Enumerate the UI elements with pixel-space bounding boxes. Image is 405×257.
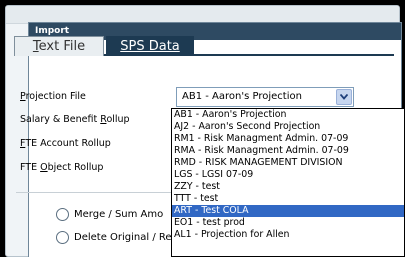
fte-account-rollup-label: FTE Account Rollup	[20, 138, 111, 149]
projection-file-label-text: rojection File	[25, 91, 86, 102]
tab-sps-data-accel: S	[120, 39, 129, 54]
projection-file-value: AB1 - Aaron's Projection	[182, 91, 302, 102]
tab-sps-data-label: PS Data	[128, 39, 180, 54]
merge-sum-radio[interactable]	[56, 208, 69, 221]
fte-account-label-text: TE Account Rollup	[25, 138, 111, 149]
dropdown-option[interactable]: RMA - Risk Managment Admin. 07-09	[172, 145, 404, 157]
fte-object-accel: O	[40, 162, 48, 173]
tab-sps-data[interactable]: SPS Data	[106, 36, 194, 56]
salary-benefit-rollup-label: Salary & Benefit Rollup	[20, 114, 130, 125]
dropdown-option[interactable]: LGS - LGSI 07-09	[172, 169, 404, 181]
fte-object-prefix: FTE	[20, 162, 41, 173]
dropdown-option[interactable]: ZZY - test	[172, 181, 404, 193]
tab-text-file[interactable]: Text File	[14, 36, 104, 56]
dropdown-option[interactable]: TTT - test	[172, 193, 404, 205]
fte-object-label-rest: bject Rollup	[47, 162, 104, 173]
dropdown-option[interactable]: AJ2 - Aaron's Second Projection	[172, 121, 404, 133]
tab-bar: Text File SPS Data	[14, 34, 394, 56]
tab-text-file-label: ext File	[38, 39, 86, 54]
delete-original-radio[interactable]	[56, 231, 69, 244]
delete-original-label: Delete Original / Re	[74, 232, 172, 243]
dropdown-option-highlighted[interactable]: ART - Test COLA	[172, 205, 404, 217]
dropdown-option[interactable]: AL1 - Projection for Allen	[172, 229, 404, 241]
salary-label-prefix: Salary & Benefit	[20, 114, 101, 125]
projection-file-select[interactable]: AB1 - Aaron's Projection	[176, 87, 354, 107]
dropdown-option[interactable]: EO1 - test prod	[172, 217, 404, 229]
section-divider	[16, 192, 176, 193]
merge-sum-label: Merge / Sum Amo	[74, 209, 164, 220]
dropdown-option[interactable]: AB1 - Aaron's Projection	[172, 109, 404, 121]
chevron-down-icon	[340, 94, 348, 100]
salary-label-rest: ollup	[106, 114, 130, 125]
projection-file-label: Projection File	[20, 91, 86, 102]
projection-dropdown-list[interactable]: AB1 - Aaron's Projection AJ2 - Aaron's S…	[171, 108, 405, 257]
dropdown-option[interactable]: RM1 - Risk Managment Admin. 07-09	[172, 133, 404, 145]
dropdown-option[interactable]: RMD - RISK MANAGEMENT DIVISION	[172, 157, 404, 169]
dropdown-toggle-button[interactable]	[336, 89, 352, 105]
fte-object-rollup-label: FTE Object Rollup	[20, 162, 103, 173]
